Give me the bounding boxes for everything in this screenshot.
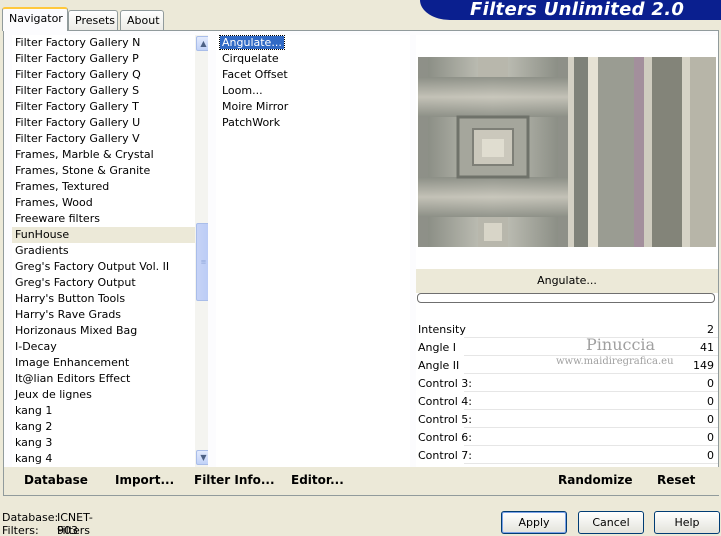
control-slider-row[interactable]: Control 3: 0 bbox=[416, 375, 718, 393]
filter-item-label: Facet Offset bbox=[222, 68, 288, 81]
filter-item-label: Moire Mirror bbox=[222, 100, 289, 113]
preview-pane: Angulate... Intensity 2 Angle I 41 Angle II 1… bbox=[416, 35, 718, 467]
progress-bar bbox=[417, 293, 715, 303]
category-item[interactable]: Jeux de lignes bbox=[12, 387, 208, 403]
category-item[interactable]: I-Decay bbox=[12, 339, 208, 355]
category-item[interactable]: Image Enhancement bbox=[12, 355, 208, 371]
control-slider-row[interactable]: Control 6: 0 bbox=[416, 429, 718, 447]
randomize-button[interactable]: Randomize bbox=[558, 473, 632, 487]
control-track[interactable] bbox=[464, 391, 718, 392]
filter-item-label: Angulate... bbox=[219, 35, 285, 50]
category-item[interactable]: Greg's Factory Output bbox=[12, 275, 208, 291]
status-filters-value: 903 bbox=[57, 524, 78, 536]
filter-item[interactable]: Moire Mirror bbox=[216, 99, 410, 115]
control-slider-row[interactable]: Angle I 41 bbox=[416, 339, 718, 357]
status-filters: Filters: 903 bbox=[2, 524, 78, 536]
category-item[interactable]: Frames, Textured bbox=[12, 179, 208, 195]
control-label: Angle I bbox=[418, 341, 457, 354]
status-database: Database: ICNET-Filters bbox=[2, 511, 93, 536]
control-label: Angle II bbox=[418, 359, 460, 372]
category-scrollbar[interactable]: ▲ ≡ ▼ bbox=[195, 35, 208, 467]
filter-info-button[interactable]: Filter Info... bbox=[194, 473, 275, 487]
category-item[interactable]: Filter Factory Gallery U bbox=[12, 115, 208, 131]
status-database-label: Database: bbox=[2, 511, 59, 524]
category-item[interactable]: Frames, Wood bbox=[12, 195, 208, 211]
category-item[interactable]: Filter Factory Gallery Q bbox=[12, 67, 208, 83]
control-slider-row[interactable]: Control 7: 0 bbox=[416, 447, 718, 465]
app-title: Filters Unlimited 2.0 bbox=[420, 0, 721, 20]
category-item[interactable]: kang 1 bbox=[12, 403, 208, 419]
category-item[interactable]: Harry's Button Tools bbox=[12, 291, 208, 307]
control-track[interactable] bbox=[464, 445, 718, 446]
control-slider-row[interactable]: Control 5: 0 bbox=[416, 411, 718, 429]
filter-item[interactable]: Loom... bbox=[216, 83, 410, 99]
scroll-thumb[interactable]: ≡ bbox=[196, 223, 208, 301]
category-item[interactable]: Frames, Stone & Granite bbox=[12, 163, 208, 179]
category-item[interactable]: It@lian Editors Effect bbox=[12, 371, 208, 387]
filter-item[interactable]: PatchWork bbox=[216, 115, 410, 131]
category-item[interactable]: Freeware filters bbox=[12, 211, 208, 227]
tab-bar: Navigator Presets About bbox=[0, 0, 420, 31]
category-item[interactable]: Horizonaus Mixed Bag bbox=[12, 323, 208, 339]
category-item[interactable]: Harry's Rave Grads bbox=[12, 307, 208, 323]
category-list[interactable]: Filter Factory Gallery N Filter Factory G… bbox=[12, 35, 208, 467]
filter-item[interactable]: Facet Offset bbox=[216, 67, 410, 83]
filter-item[interactable]: Angulate... bbox=[216, 35, 410, 51]
control-track[interactable] bbox=[464, 373, 718, 374]
watermark-url: www.maidiregrafica.eu bbox=[556, 356, 674, 367]
bottom-toolbar: Database Import... Filter Info... Editor… bbox=[4, 467, 720, 495]
category-item[interactable]: Filter Factory Gallery S bbox=[12, 83, 208, 99]
database-button[interactable]: Database bbox=[24, 473, 88, 487]
scroll-up-button[interactable]: ▲ bbox=[196, 36, 208, 51]
category-item[interactable]: kang 3 bbox=[12, 435, 208, 451]
tab-presets[interactable]: Presets bbox=[68, 10, 118, 30]
tab-navigator[interactable]: Navigator bbox=[2, 7, 68, 31]
cancel-button[interactable]: Cancel bbox=[578, 511, 644, 534]
tab-about[interactable]: About bbox=[120, 10, 164, 30]
control-track[interactable] bbox=[464, 427, 718, 428]
category-item[interactable]: kang 4 bbox=[12, 451, 208, 467]
category-item[interactable]: Filter Factory Gallery P bbox=[12, 51, 208, 67]
apply-button[interactable]: Apply bbox=[501, 511, 567, 534]
category-item[interactable]: FunHouse bbox=[12, 227, 208, 243]
category-item[interactable]: kang 2 bbox=[12, 419, 208, 435]
filter-item-label: PatchWork bbox=[222, 116, 281, 129]
category-item[interactable]: Greg's Factory Output Vol. II bbox=[12, 259, 208, 275]
scroll-down-button[interactable]: ▼ bbox=[196, 450, 208, 465]
status-filters-label: Filters: bbox=[2, 524, 39, 536]
category-item[interactable]: Filter Factory Gallery N bbox=[12, 35, 208, 51]
control-label: Intensity bbox=[418, 323, 466, 336]
category-item[interactable]: Frames, Marble & Crystal bbox=[12, 147, 208, 163]
category-item[interactable]: Filter Factory Gallery V bbox=[12, 131, 208, 147]
control-track[interactable] bbox=[464, 409, 718, 410]
category-item[interactable]: Gradients bbox=[12, 243, 208, 259]
filter-item-label: Cirquelate bbox=[222, 52, 279, 65]
effect-name-label: Angulate... bbox=[416, 269, 718, 293]
control-slider-row[interactable]: Control 4: 0 bbox=[416, 393, 718, 411]
help-button[interactable]: Help bbox=[654, 511, 720, 534]
control-track[interactable] bbox=[464, 463, 718, 464]
filter-preview-image bbox=[418, 57, 716, 247]
filter-item-label: Loom... bbox=[222, 84, 263, 97]
control-slider-row[interactable]: Intensity 2 bbox=[416, 321, 718, 339]
editor-button[interactable]: Editor... bbox=[291, 473, 344, 487]
filter-list[interactable]: Angulate... Cirquelate Facet Offset Loom...… bbox=[216, 35, 410, 467]
filter-item[interactable]: Cirquelate bbox=[216, 51, 410, 67]
main-panel: Filter Factory Gallery N Filter Factory G… bbox=[3, 30, 720, 496]
watermark-name: Pinuccia bbox=[586, 335, 656, 354]
category-item[interactable]: Filter Factory Gallery T bbox=[12, 99, 208, 115]
reset-button[interactable]: Reset bbox=[657, 473, 695, 487]
import-button[interactable]: Import... bbox=[115, 473, 174, 487]
